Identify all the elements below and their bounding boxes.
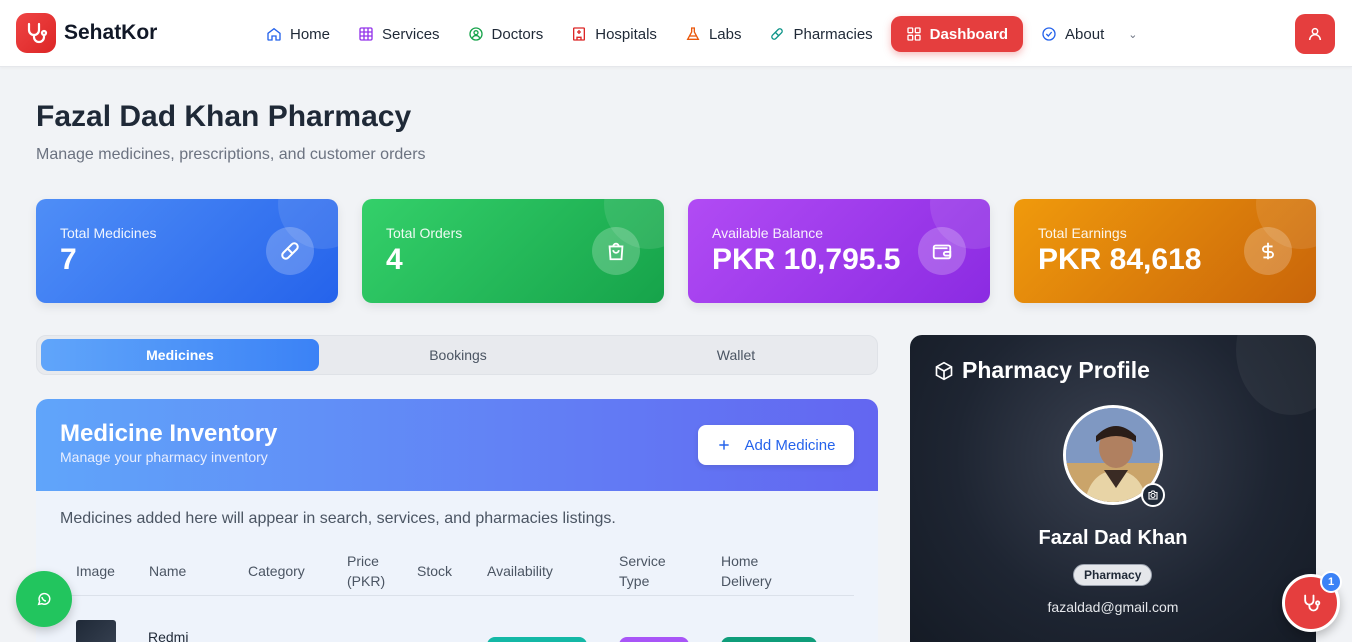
stat-label: Total Medicines: [60, 225, 157, 241]
tab-wallet[interactable]: Wallet: [597, 339, 875, 371]
page-title: Fazal Dad Khan Pharmacy: [36, 100, 412, 133]
profile-title-label: Pharmacy Profile: [962, 357, 1150, 383]
column-header-stock: Stock: [417, 563, 453, 579]
service-type-badge: [619, 637, 689, 642]
nav-about[interactable]: About: [1031, 16, 1114, 52]
column-header-category: Category: [248, 563, 305, 579]
nav-dashboard[interactable]: Dashboard: [890, 16, 1024, 52]
column-header-name: Name: [149, 563, 187, 579]
column-header-price: Price (PKR): [347, 553, 386, 589]
stethoscope-logo-icon: [16, 13, 56, 53]
inventory-subtitle: Manage your pharmacy inventory: [60, 449, 268, 465]
stat-label: Total Orders: [386, 225, 463, 241]
about-icon: [1042, 27, 1056, 41]
table-header-divider: [60, 595, 854, 596]
add-medicine-button[interactable]: Add Medicine: [698, 425, 854, 465]
inventory-note: Medicines added here will appear in sear…: [60, 510, 616, 527]
brand-name: SehatKor: [64, 21, 158, 44]
stat-value: PKR 10,795.5: [712, 243, 901, 276]
medicine-thumbnail: [76, 620, 116, 642]
nav-hospitals[interactable]: Hospitals: [561, 16, 667, 52]
camera-icon[interactable]: [1141, 483, 1165, 507]
stat-card-total-earnings: Total Earnings PKR 84,618: [1014, 199, 1316, 303]
user-icon: [1308, 27, 1322, 41]
profile-name: Fazal Dad Khan: [1038, 527, 1188, 549]
inventory-header: Medicine Inventory Manage your pharmacy …: [36, 399, 878, 491]
page-subtitle: Manage medicines, prescriptions, and cus…: [36, 146, 426, 163]
stat-value: 7: [60, 243, 77, 276]
chevron-down-icon[interactable]: ⌄: [1128, 28, 1137, 41]
whatsapp-icon: [37, 592, 51, 606]
nav-home[interactable]: Home: [256, 16, 340, 52]
wallet-icon: [918, 227, 966, 275]
notification-badge: 1: [1320, 571, 1342, 593]
nav-labs-label: Labs: [708, 25, 742, 43]
stat-label: Total Earnings: [1038, 225, 1127, 241]
nav-doctors-label: Doctors: [491, 25, 544, 43]
column-header-availability: Availability: [487, 563, 553, 579]
profile-title: Pharmacy Profile: [934, 357, 1150, 384]
stat-value: 4: [386, 243, 403, 276]
medicine-name: Redmi: [148, 629, 189, 642]
inventory-title: Medicine Inventory: [60, 420, 278, 447]
nav-about-label: About: [1065, 25, 1105, 43]
nav-services-label: Services: [382, 25, 440, 43]
grid-icon: [359, 27, 373, 41]
dollar-icon: [1244, 227, 1292, 275]
pill-icon: [771, 28, 784, 40]
stat-card-total-orders: Total Orders 4: [362, 199, 664, 303]
stat-card-total-medicines: Total Medicines 7: [36, 199, 338, 303]
user-menu-button[interactable]: [1295, 14, 1335, 54]
add-medicine-label: Add Medicine: [744, 436, 836, 454]
nav-home-label: Home: [290, 25, 331, 43]
nav-hospitals-label: Hospitals: [595, 25, 657, 43]
home-icon: [267, 27, 281, 41]
nav-doctors[interactable]: Doctors: [458, 16, 554, 52]
nav-pharmacies[interactable]: Pharmacies: [759, 16, 882, 52]
doctor-icon: [468, 27, 483, 41]
tab-medicines[interactable]: Medicines: [41, 339, 319, 371]
profile-role-badge: Pharmacy: [1073, 564, 1153, 586]
column-header-service-type: Service Type: [619, 553, 666, 589]
home-delivery-badge: [721, 637, 817, 642]
nav-services[interactable]: Services: [348, 16, 450, 52]
tab-bookings[interactable]: Bookings: [319, 339, 597, 371]
brand[interactable]: SehatKor: [16, 13, 157, 53]
stat-card-available-balance: Available Balance PKR 10,795.5: [688, 199, 990, 303]
nav-dashboard-label: Dashboard: [929, 25, 1009, 43]
nav-menu: Home Services Doctors Hospitals Labs Pha…: [256, 16, 1137, 52]
pharmacy-profile-card: Pharmacy Profile Fazal Dad Khan Pharmacy…: [910, 335, 1316, 642]
stat-value: PKR 84,618: [1038, 243, 1202, 276]
dashboard-tabs: Medicines Bookings Wallet: [36, 335, 878, 375]
dashboard-icon: [907, 27, 921, 41]
top-navbar: SehatKor Home Services Doctors Hospitals…: [0, 0, 1352, 67]
stat-label: Available Balance: [712, 225, 824, 241]
profile-email: fazaldad@gmail.com: [1047, 599, 1179, 615]
plus-icon: [718, 440, 729, 450]
flask-icon: [686, 27, 700, 40]
package-icon: [935, 361, 953, 380]
whatsapp-chat-button[interactable]: [16, 571, 72, 627]
pill-icon: [266, 227, 314, 275]
column-header-image: Image: [76, 563, 115, 579]
hospital-icon: [573, 27, 586, 41]
column-header-home-delivery: Home Delivery: [721, 553, 772, 589]
medicine-inventory-card: Medicine Inventory Manage your pharmacy …: [36, 399, 878, 642]
stethoscope-icon: [1304, 594, 1321, 612]
nav-labs[interactable]: Labs: [675, 16, 752, 52]
nav-pharmacies-label: Pharmacies: [793, 25, 873, 43]
shopping-bag-icon: [592, 227, 640, 275]
availability-badge: [487, 637, 587, 642]
